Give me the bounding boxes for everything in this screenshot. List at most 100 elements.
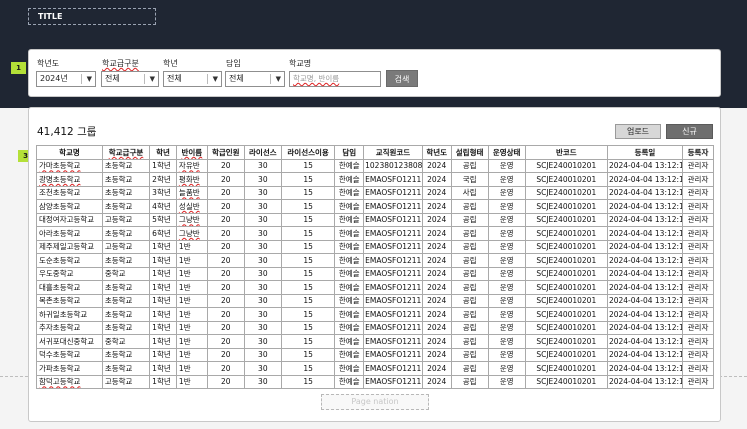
col-grade-header[interactable]: 학년 [149, 145, 177, 160]
table-row[interactable]: 광명초등학교 초등학교 2학년 평화반 20 30 15 한예슬 EMAOSFO1211 2024… [36, 172, 714, 187]
col-registrant-header[interactable]: 등록자 [682, 145, 714, 160]
col-school-year-cell: 2024 [421, 172, 452, 187]
col-founding-type-cell: 공립 [450, 320, 489, 335]
teacher-select[interactable]: 전체 ▼ [225, 71, 285, 87]
col-grade-cell: 1학년 [149, 253, 177, 268]
col-class-size-cell: 20 [206, 347, 245, 362]
col-registered-at-header[interactable]: 등록일 [606, 145, 684, 160]
table-row[interactable]: 조천초등학교 초등학교 3학년 늘품반 20 30 15 한예슬 EMAOSFO1211 2024… [36, 185, 714, 200]
table-row[interactable]: 서귀포대신중학교 중학교 1학년 1반 20 30 15 한예슬 EMAOSFO1211 2024… [36, 334, 714, 349]
col-school-type-cell: 초등학교 [101, 347, 151, 362]
col-teacher-header[interactable]: 담임 [334, 145, 365, 160]
col-school-type-cell: 초등학교 [101, 320, 151, 335]
col-class-name-cell: 1반 [175, 334, 208, 349]
col-registered-at-cell: 2024-04-04 13:12:11 [606, 185, 684, 200]
col-class-code-cell: SCJE240010201 [524, 307, 608, 322]
col-school-year-cell: 2024 [421, 307, 452, 322]
col-registrant-cell: 관리자 [682, 334, 714, 349]
col-school-name-header[interactable]: 학교명 [36, 145, 103, 160]
col-class-code-cell: SCJE240010201 [524, 320, 608, 335]
col-status-cell: 운영 [487, 280, 526, 295]
col-grade-cell: 2학년 [149, 172, 177, 187]
table-row[interactable]: 우도중학교 중학교 1학년 1반 20 30 15 한예슬 EMAOSFO1211 2024 공립 운… [36, 266, 714, 281]
grade-select[interactable]: 전체 ▼ [163, 71, 222, 87]
col-class-name-header[interactable]: 반이름 [175, 145, 208, 160]
col-teacher-cell: 한예슬 [334, 158, 365, 173]
table-row[interactable]: 하귀일초등학교 초등학교 1학년 1반 20 30 15 한예슬 EMAOSFO1211 2024… [36, 307, 714, 322]
filter-panel: 학년도 2024년 ▼ 학교급구분 전체 ▼ 학년 전체 ▼ 담임 전체 ▼ 학… [28, 49, 721, 97]
table-row[interactable]: 복촌초등학교 초등학교 1학년 1반 20 30 15 한예슬 EMAOSFO1211 2024 공… [36, 293, 714, 308]
col-license-cell: 30 [243, 361, 282, 376]
col-registered-at-cell: 2024-04-04 13:12:11 [606, 226, 684, 241]
col-founding-type-cell: 공립 [450, 347, 489, 362]
table-row[interactable]: 삼양초등학교 초등학교 4학년 성실반 20 30 15 한예슬 EMAOSFO1211 2024… [36, 199, 714, 214]
table-row[interactable]: 대정여자고등학교 고등학교 5학년 그냥반 20 30 15 한예슬 EMAOSFO1211 20… [36, 212, 714, 227]
col-class-size-cell: 20 [206, 334, 245, 349]
col-school-name-cell: 대흘초등학교 [36, 280, 103, 295]
grade-label: 학년 [163, 59, 178, 68]
table-row[interactable]: 덕수초등학교 초등학교 1학년 1반 20 30 15 한예슬 EMAOSFO1211 2024 공… [36, 347, 714, 362]
col-school-type-cell: 중학교 [101, 334, 151, 349]
year-select[interactable]: 2024년 ▼ [36, 71, 96, 87]
table-row[interactable]: 도순초등학교 초등학교 1학년 1반 20 30 15 한예슬 EMAOSFO1211 2024 공… [36, 253, 714, 268]
dropdown-arrow-icon: ▼ [275, 75, 281, 83]
dropdown-arrow-icon: ▼ [212, 75, 218, 83]
col-class-size-cell: 20 [206, 374, 245, 389]
col-class-code-header[interactable]: 반코드 [524, 145, 608, 160]
col-founding-type-cell: 국립 [450, 172, 489, 187]
table-row[interactable]: 아라초등학교 초등학교 6학년 그냥반 20 30 15 한예슬 EMAOSFO1211 2024… [36, 226, 714, 241]
col-class-code-cell: SCJE240010201 [524, 280, 608, 295]
search-button[interactable]: 검색 [386, 70, 418, 87]
col-status-header[interactable]: 운영상태 [487, 145, 526, 160]
upload-button[interactable]: 업로드 [615, 124, 661, 139]
col-class-code-cell: SCJE240010201 [524, 212, 608, 227]
col-registrant-cell: 관리자 [682, 185, 714, 200]
school-name-input[interactable]: 학교명, 반이름 [289, 71, 381, 87]
col-registered-at-cell: 2024-04-04 13:12:11 [606, 307, 684, 322]
school-type-select[interactable]: 전체 ▼ [101, 71, 159, 87]
col-license-cell: 30 [243, 347, 282, 362]
table-row[interactable]: 함덕고등학교 고등학교 1학년 1반 20 30 15 한예슬 EMAOSFO1211 2024 공… [36, 374, 714, 389]
col-registrant-cell: 관리자 [682, 347, 714, 362]
col-class-code-cell: SCJE240010201 [524, 347, 608, 362]
col-class-size-cell: 20 [206, 280, 245, 295]
col-class-code-cell: SCJE240010201 [524, 199, 608, 214]
col-class-size-cell: 20 [206, 361, 245, 376]
col-founding-type-cell: 공립 [450, 334, 489, 349]
col-school-type-header[interactable]: 학교급구분 [101, 145, 151, 160]
pagination[interactable]: Page nation [321, 394, 429, 410]
col-school-type-cell: 초등학교 [101, 361, 151, 376]
table-row[interactable]: 대흘초등학교 초등학교 1학년 1반 20 30 15 한예슬 EMAOSFO1211 2024 공… [36, 280, 714, 295]
col-staff-code-header[interactable]: 교직원코드 [363, 145, 423, 160]
col-founding-type-cell: 사립 [450, 185, 489, 200]
col-teacher-cell: 한예슬 [334, 226, 365, 241]
col-staff-code-cell: EMAOSFO1211 [363, 320, 423, 335]
col-registered-at-cell: 2024-04-04 13:12:11 [606, 158, 684, 173]
col-registered-at-cell: 2024-04-04 13:12:11 [606, 172, 684, 187]
col-class-code-cell: SCJE240010201 [524, 374, 608, 389]
table-row[interactable]: 추자초등학교 초등학교 1학년 1반 20 30 15 한예슬 EMAOSFO1211 2024 공… [36, 320, 714, 335]
col-license-header[interactable]: 라이선스 [243, 145, 282, 160]
col-registrant-cell: 관리자 [682, 266, 714, 281]
col-license-cell: 30 [243, 293, 282, 308]
col-class-code-cell: SCJE240010201 [524, 361, 608, 376]
col-founding-type-cell: 공립 [450, 361, 489, 376]
col-school-year-cell: 2024 [421, 212, 452, 227]
col-license-cell: 30 [243, 199, 282, 214]
col-school-name-cell: 광명초등학교 [36, 172, 103, 187]
col-school-year-header[interactable]: 학년도 [421, 145, 452, 160]
col-founding-type-header[interactable]: 설립형태 [450, 145, 489, 160]
col-teacher-cell: 한예슬 [334, 334, 365, 349]
col-teacher-cell: 한예슬 [334, 199, 365, 214]
col-registrant-cell: 관리자 [682, 361, 714, 376]
col-staff-code-cell: EMAOSFO1211 [363, 185, 423, 200]
table-row[interactable]: 가마초등학교 초등학교 1학년 자유반 20 30 15 한예슬 102380123808 202… [36, 158, 714, 173]
table-row[interactable]: 가파초등학교 초등학교 1학년 1반 20 30 15 한예슬 EMAOSFO1211 2024 공… [36, 361, 714, 376]
col-grade-cell: 1학년 [149, 158, 177, 173]
col-license-use-header[interactable]: 라이선스이용 [280, 145, 336, 160]
new-button[interactable]: 신규 [666, 124, 713, 139]
col-class-size-header[interactable]: 학급인원 [206, 145, 245, 160]
col-grade-cell: 3학년 [149, 185, 177, 200]
col-founding-type-cell: 공립 [450, 226, 489, 241]
table-row[interactable]: 제주제일고등학교 고등학교 1학년 1반 20 30 15 한예슬 EMAOSFO1211 202… [36, 239, 714, 254]
